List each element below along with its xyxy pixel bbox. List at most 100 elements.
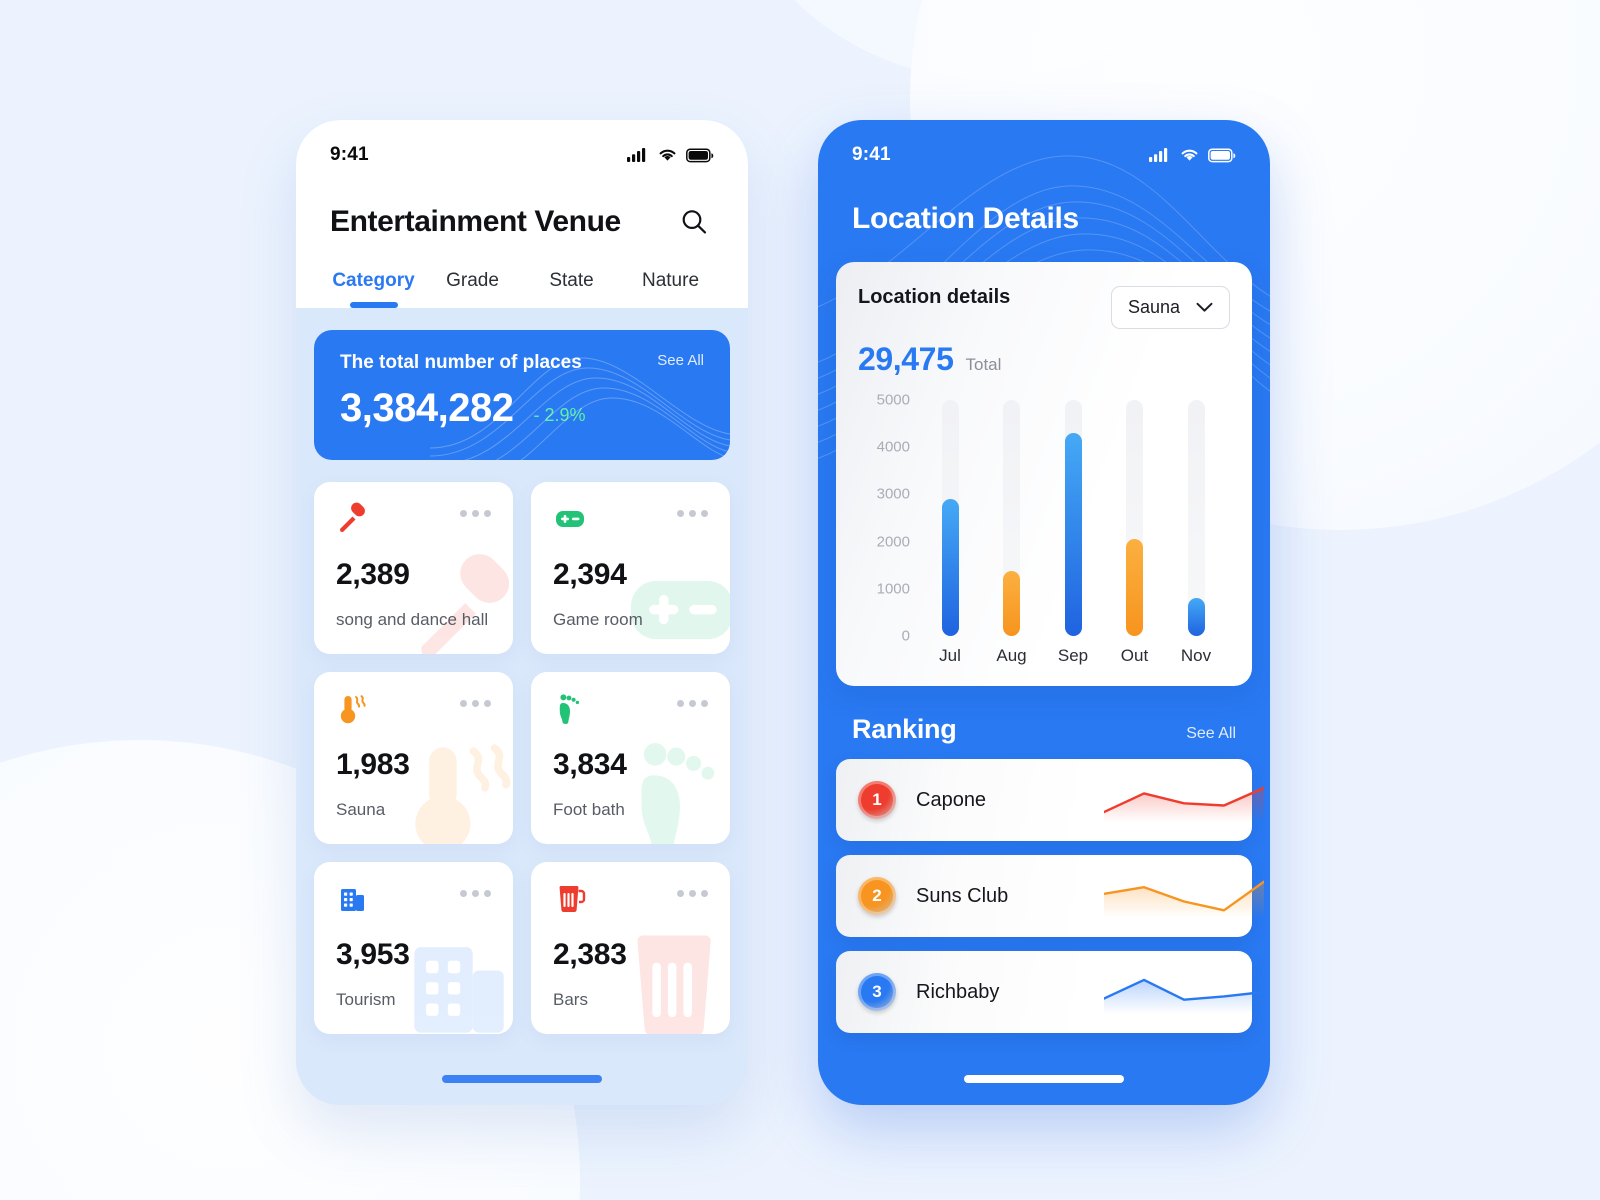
category-card-sauna[interactable]: 1,983 Sauna — [314, 672, 513, 844]
status-icons — [1149, 147, 1236, 163]
y-axis-tick: 5000 — [876, 391, 910, 409]
footprint-icon — [559, 694, 580, 724]
sauna-watermark-icon — [415, 744, 511, 844]
category-card-song-and-dance-hall[interactable]: 2,389 song and dance hall — [314, 482, 513, 654]
battery-icon — [686, 147, 714, 162]
category-value: 1,983 — [336, 748, 410, 781]
beer-mug-watermark-icon — [637, 935, 711, 1034]
phone-right: 9:41 Location Details Location details S… — [818, 120, 1270, 1105]
bar-fill — [1187, 598, 1205, 636]
x-axis-tick: Out — [1120, 646, 1149, 665]
y-axis-tick: 0 — [901, 627, 910, 645]
total-places-card[interactable]: The total number of places See All 3,384… — [314, 330, 730, 460]
category-label: Sauna — [336, 800, 386, 819]
category-value: 2,394 — [553, 558, 627, 591]
card-options-button[interactable] — [677, 700, 708, 707]
sparkline-svg — [1104, 978, 1264, 1014]
deco-circle-top-right-outer — [710, 0, 1270, 80]
chart-card-header: Location details Sauna — [858, 286, 1230, 329]
gamepad-icon — [556, 511, 584, 527]
card-options-button[interactable] — [460, 700, 491, 707]
y-axis: 5000 4000 3000 2000 1000 0 — [858, 392, 910, 645]
rank-sparkline — [1104, 870, 1264, 922]
tab-state[interactable]: State — [522, 270, 621, 308]
category-dropdown-value: Sauna — [1127, 297, 1180, 317]
ranking-see-all[interactable]: See All — [1186, 725, 1236, 743]
left-header: Entertainment Venue — [296, 176, 748, 242]
rank-medal-2: 2 — [858, 877, 896, 915]
search-button[interactable] — [674, 202, 714, 242]
chart-card-title: Location details — [858, 286, 1011, 308]
ranking-row[interactable]: 2Suns Club3,495 — [836, 855, 1264, 937]
rank-sparkline — [1104, 966, 1264, 1018]
bar-column[interactable] — [1043, 400, 1103, 636]
building-watermark-icon — [414, 947, 504, 1033]
status-icons — [627, 147, 714, 163]
bar-column[interactable] — [920, 400, 980, 636]
rank-medal-1: 1 — [858, 781, 896, 819]
y-axis-tick: 3000 — [876, 485, 910, 503]
category-label: Tourism — [336, 990, 396, 1009]
tab-category[interactable]: Category — [324, 270, 423, 308]
x-axis-tick: Sep — [1057, 646, 1089, 665]
category-dropdown[interactable]: Sauna — [1110, 286, 1230, 329]
ranking-row[interactable]: 3Richbaby2,850 — [836, 951, 1264, 1033]
category-card-bars[interactable]: 2,383 Bars — [531, 862, 730, 1034]
ranking-row[interactable]: 1Capone3,940 — [836, 759, 1264, 841]
location-details-chart-card: Location details Sauna 29,475 Total 5000… — [836, 262, 1252, 686]
category-label: song and dance hall — [336, 610, 489, 629]
left-top-section: 9:41 Entertainment Venue Category Grade … — [296, 120, 748, 308]
home-indicator-right[interactable] — [964, 1075, 1124, 1083]
category-card-header — [553, 692, 708, 726]
phone-left: 9:41 Entertainment Venue Category Grade … — [296, 120, 748, 1105]
category-card-header — [336, 882, 491, 916]
bar-column[interactable] — [1105, 400, 1165, 636]
card-options-button[interactable] — [460, 890, 491, 897]
category-card-tourism[interactable]: 3,953 Tourism — [314, 862, 513, 1034]
card-options-button[interactable] — [677, 510, 708, 517]
bar-column[interactable] — [1166, 400, 1226, 636]
search-icon — [682, 210, 707, 234]
x-axis-tick: Aug — [996, 646, 1027, 665]
category-value: 2,389 — [336, 558, 410, 591]
y-axis-tick: 4000 — [876, 438, 910, 456]
category-card-header — [336, 502, 491, 536]
tab-bar: Category Grade State Nature — [296, 242, 748, 308]
chart-total-label: Total — [965, 355, 1002, 374]
category-card-foot-bath[interactable]: 3,834 Foot bath — [531, 672, 730, 844]
tab-nature[interactable]: Nature — [621, 270, 720, 308]
bar-fill — [1003, 570, 1020, 636]
bar-group — [920, 400, 1226, 636]
category-card-header — [553, 502, 708, 536]
status-bar-right: 9:41 — [818, 120, 1270, 176]
chart-total-row: 29,475 Total — [858, 341, 1230, 378]
category-label: Game room — [553, 610, 643, 629]
sauna-icon — [340, 695, 366, 724]
left-content: The total number of places See All 3,384… — [296, 330, 748, 1034]
category-card-game-room[interactable]: 2,394 Game room — [531, 482, 730, 654]
category-label: Bars — [553, 990, 588, 1009]
page-title: Entertainment Venue — [330, 205, 621, 238]
category-value: 2,383 — [553, 938, 627, 971]
tab-grade[interactable]: Grade — [423, 270, 522, 308]
wave-decoration — [430, 357, 730, 460]
x-axis-labels: Jul Aug Sep Out Nov — [920, 646, 1226, 666]
bar-column[interactable] — [982, 400, 1042, 636]
ranking-title: Ranking — [852, 714, 957, 744]
bar-fill — [1064, 433, 1082, 636]
category-label: Foot bath — [553, 800, 625, 819]
microphone-icon — [340, 502, 365, 532]
home-indicator-left[interactable] — [442, 1075, 602, 1083]
category-card-header — [336, 692, 491, 726]
card-options-button[interactable] — [460, 510, 491, 517]
signal-icon — [1149, 148, 1168, 162]
category-grid: 2,389 song and dance hall 2,394 Game roo… — [314, 482, 730, 1034]
x-axis-tick: Jul — [939, 646, 961, 665]
bar-fill — [1126, 539, 1143, 636]
rank-name: Suns Club — [916, 884, 1009, 907]
card-options-button[interactable] — [677, 890, 708, 897]
status-bar-left: 9:41 — [296, 120, 748, 176]
category-value: 3,834 — [553, 748, 627, 781]
microphone-watermark-icon — [421, 554, 510, 654]
rank-name: Capone — [916, 788, 987, 811]
